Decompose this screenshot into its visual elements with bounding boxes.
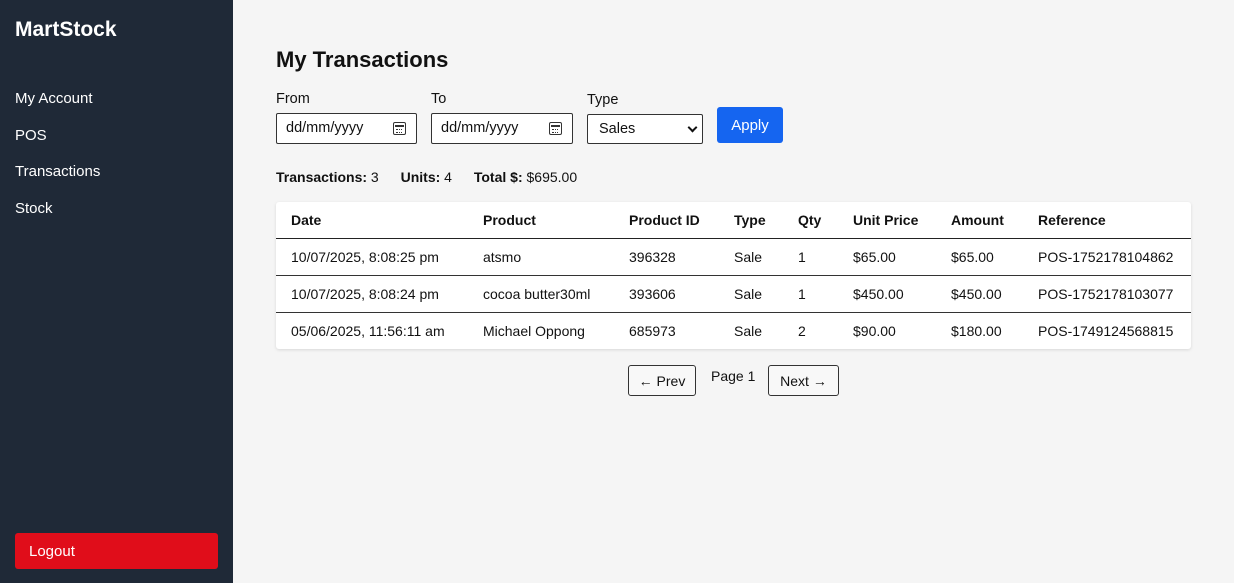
main-content: My Transactions From dd/mm/yyyy To dd/mm… xyxy=(233,0,1234,583)
cell-reference: POS-1752178104862 xyxy=(1023,238,1191,276)
summary-total-value: $695.00 xyxy=(526,169,578,185)
apply-button[interactable]: Apply xyxy=(717,107,783,143)
chevron-down-icon xyxy=(687,122,698,133)
calendar-icon[interactable] xyxy=(549,122,562,135)
cell-product: cocoa butter30ml xyxy=(468,275,614,313)
cell-date: 10/07/2025, 8:08:24 pm xyxy=(276,275,468,313)
cell-date: 05/06/2025, 11:56:11 am xyxy=(291,322,445,339)
cell-qty: 1 xyxy=(783,275,838,313)
sidebar-item-pos[interactable]: POS xyxy=(15,127,100,164)
from-date-input[interactable]: dd/mm/yyyy xyxy=(276,113,417,144)
cell-type: Sale xyxy=(719,238,783,276)
sidebar-item-stock[interactable]: Stock xyxy=(15,200,100,237)
summary-transactions-value: 3 xyxy=(370,169,379,185)
summary-units-value: 4 xyxy=(444,169,452,185)
to-label: To xyxy=(431,91,447,107)
next-page-button[interactable]: Next → xyxy=(768,365,839,396)
table-row: 10/07/2025, 8:08:25 pm atsmo 396328 Sale… xyxy=(276,238,1191,276)
cell-amount: $65.00 xyxy=(936,238,1023,276)
cell-product-id: 396328 xyxy=(614,238,719,276)
type-select-value: Sales xyxy=(599,121,636,137)
logout-button[interactable]: Logout xyxy=(15,533,218,569)
transactions-table: Date Product Product ID Type Qty Unit Pr… xyxy=(276,202,1191,349)
page-indicator: Page 1 xyxy=(711,368,756,384)
cell-type: Sale xyxy=(719,275,783,313)
summary-total: Total $: $695.00 xyxy=(474,169,577,185)
summary-units-label: Units: xyxy=(400,169,441,185)
column-header-type: Type xyxy=(719,202,783,239)
cell-reference: POS-1752178103077 xyxy=(1023,275,1191,313)
column-header-product: Product xyxy=(468,202,614,239)
sidebar: MartStock My Account POS Transactions St… xyxy=(0,0,233,583)
cell-date: 10/07/2025, 8:08:25 pm xyxy=(276,238,468,276)
page-title: My Transactions xyxy=(276,47,449,72)
cell-product: Michael Oppong xyxy=(483,322,585,339)
column-header-product-id: Product ID xyxy=(614,202,719,239)
summary-bar: Transactions: 3 Units: 4 Total $: $695.0… xyxy=(276,169,595,185)
cell-amount: $180.00 xyxy=(951,322,1002,339)
cell-unit-price: $65.00 xyxy=(838,238,936,276)
cell-amount: $450.00 xyxy=(936,275,1023,313)
sidebar-item-transactions[interactable]: Transactions xyxy=(15,163,100,200)
cell-type: Sale xyxy=(734,322,763,339)
calendar-icon[interactable] xyxy=(393,122,406,135)
from-label: From xyxy=(276,91,310,107)
transactions-table-card: Date Product Product ID Type Qty Unit Pr… xyxy=(276,202,1191,349)
type-label: Type xyxy=(587,92,619,108)
column-header-unit-price: Unit Price xyxy=(838,202,936,239)
cell-qty: 1 xyxy=(783,238,838,276)
to-date-input[interactable]: dd/mm/yyyy xyxy=(431,113,573,144)
table-header-row: Date Product Product ID Type Qty Unit Pr… xyxy=(276,202,1191,239)
column-header-date: Date xyxy=(276,202,468,239)
from-date-placeholder: dd/mm/yyyy xyxy=(286,120,364,136)
summary-units: Units: 4 xyxy=(401,169,452,185)
column-header-amount: Amount xyxy=(936,202,1023,239)
app-brand: MartStock xyxy=(15,18,117,41)
cell-product-id: 393606 xyxy=(614,275,719,313)
summary-total-label: Total $: xyxy=(473,169,523,185)
summary-transactions: Transactions: 3 xyxy=(276,169,379,185)
cell-unit-price: $450.00 xyxy=(838,275,936,313)
table-row: 05/06/2025, 11:56:11 am Michael Oppong 6… xyxy=(276,312,1191,349)
cell-qty: 2 xyxy=(798,322,806,339)
sidebar-nav: My Account POS Transactions Stock xyxy=(15,90,100,236)
prev-page-button[interactable]: ← Prev xyxy=(628,365,696,396)
cell-reference: POS-1749124568815 xyxy=(1038,322,1174,339)
column-header-qty: Qty xyxy=(783,202,838,239)
sidebar-item-my-account[interactable]: My Account xyxy=(15,90,100,127)
type-select[interactable]: Sales xyxy=(587,114,703,144)
column-header-reference: Reference xyxy=(1023,202,1191,239)
cell-product-id: 685973 xyxy=(629,322,676,339)
table-row: 10/07/2025, 8:08:24 pm cocoa butter30ml … xyxy=(276,275,1191,313)
cell-unit-price: $90.00 xyxy=(853,322,896,339)
to-date-placeholder: dd/mm/yyyy xyxy=(441,120,519,136)
cell-product: atsmo xyxy=(468,238,614,276)
summary-transactions-label: Transactions: xyxy=(276,169,368,185)
